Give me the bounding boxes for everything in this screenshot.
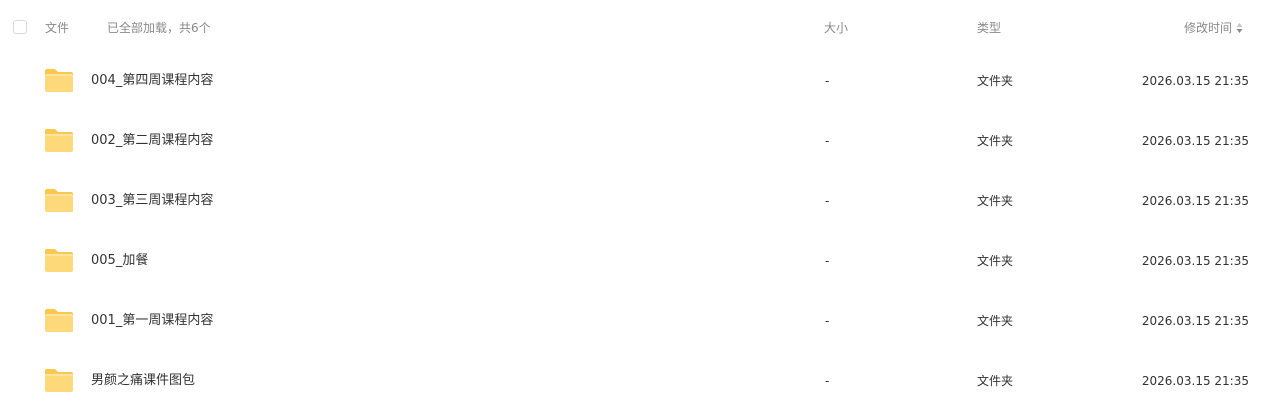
file-row[interactable]: 001_第一周课程内容 - 文件夹 2026.03.15 21:35	[0, 295, 1276, 355]
folder-icon	[45, 189, 73, 212]
file-mtime: 2026.03.15 21:35	[1141, 134, 1249, 148]
header-mtime-column[interactable]: 修改时间	[1184, 20, 1243, 36]
folder-icon	[45, 129, 73, 152]
header-mtime-label: 修改时间	[1183, 21, 1232, 35]
file-name[interactable]: 001_第一周课程内容	[91, 312, 213, 330]
file-type: 文件夹	[977, 314, 1014, 328]
file-mtime: 2026.03.15 21:35	[1141, 254, 1249, 268]
file-name[interactable]: 004_第四周课程内容	[91, 72, 213, 90]
file-size: -	[825, 314, 830, 328]
file-size: -	[825, 74, 830, 88]
file-row[interactable]: 002_第二周课程内容 - 文件夹 2026.03.15 21:35	[0, 115, 1276, 175]
header-type-column[interactable]: 类型	[977, 20, 1001, 36]
file-name[interactable]: 003_第三周课程内容	[91, 192, 213, 210]
file-mtime: 2026.03.15 21:35	[1141, 74, 1249, 88]
file-type: 文件夹	[977, 254, 1014, 268]
file-size: -	[825, 134, 830, 148]
folder-icon	[45, 369, 73, 392]
folder-icon	[45, 69, 73, 92]
file-type: 文件夹	[977, 134, 1014, 148]
folder-icon	[45, 249, 73, 272]
list-header: 文件 已全部加载，共6个 大小 类型 修改时间	[0, 0, 1276, 56]
file-size: -	[825, 254, 830, 268]
file-row[interactable]: 男颜之痛课件图包 - 文件夹 2026.03.15 21:35	[0, 355, 1276, 415]
file-list: 文件 已全部加载，共6个 大小 类型 修改时间 004_第四周课程内容 - 文件…	[0, 0, 1276, 420]
file-name[interactable]: 002_第二周课程内容	[91, 132, 213, 150]
sort-icon[interactable]	[1236, 22, 1243, 34]
file-row[interactable]: 003_第三周课程内容 - 文件夹 2026.03.15 21:35	[0, 175, 1276, 235]
file-name[interactable]: 005_加餐	[91, 252, 148, 270]
file-size: -	[825, 194, 830, 208]
file-type: 文件夹	[977, 374, 1014, 388]
file-mtime: 2026.03.15 21:35	[1141, 194, 1249, 208]
file-mtime: 2026.03.15 21:35	[1141, 374, 1249, 388]
header-name-column[interactable]: 文件	[45, 20, 69, 36]
load-status-text: 已全部加载，共6个	[107, 21, 211, 35]
select-all-checkbox[interactable]	[13, 20, 27, 34]
file-size: -	[825, 374, 830, 388]
file-mtime: 2026.03.15 21:35	[1141, 314, 1249, 328]
file-row[interactable]: 004_第四周课程内容 - 文件夹 2026.03.15 21:35	[0, 55, 1276, 115]
file-name[interactable]: 男颜之痛课件图包	[91, 372, 195, 390]
folder-icon	[45, 309, 73, 332]
file-row[interactable]: 005_加餐 - 文件夹 2026.03.15 21:35	[0, 235, 1276, 295]
header-size-column[interactable]: 大小	[824, 20, 848, 36]
file-type: 文件夹	[977, 74, 1014, 88]
file-type: 文件夹	[977, 194, 1014, 208]
